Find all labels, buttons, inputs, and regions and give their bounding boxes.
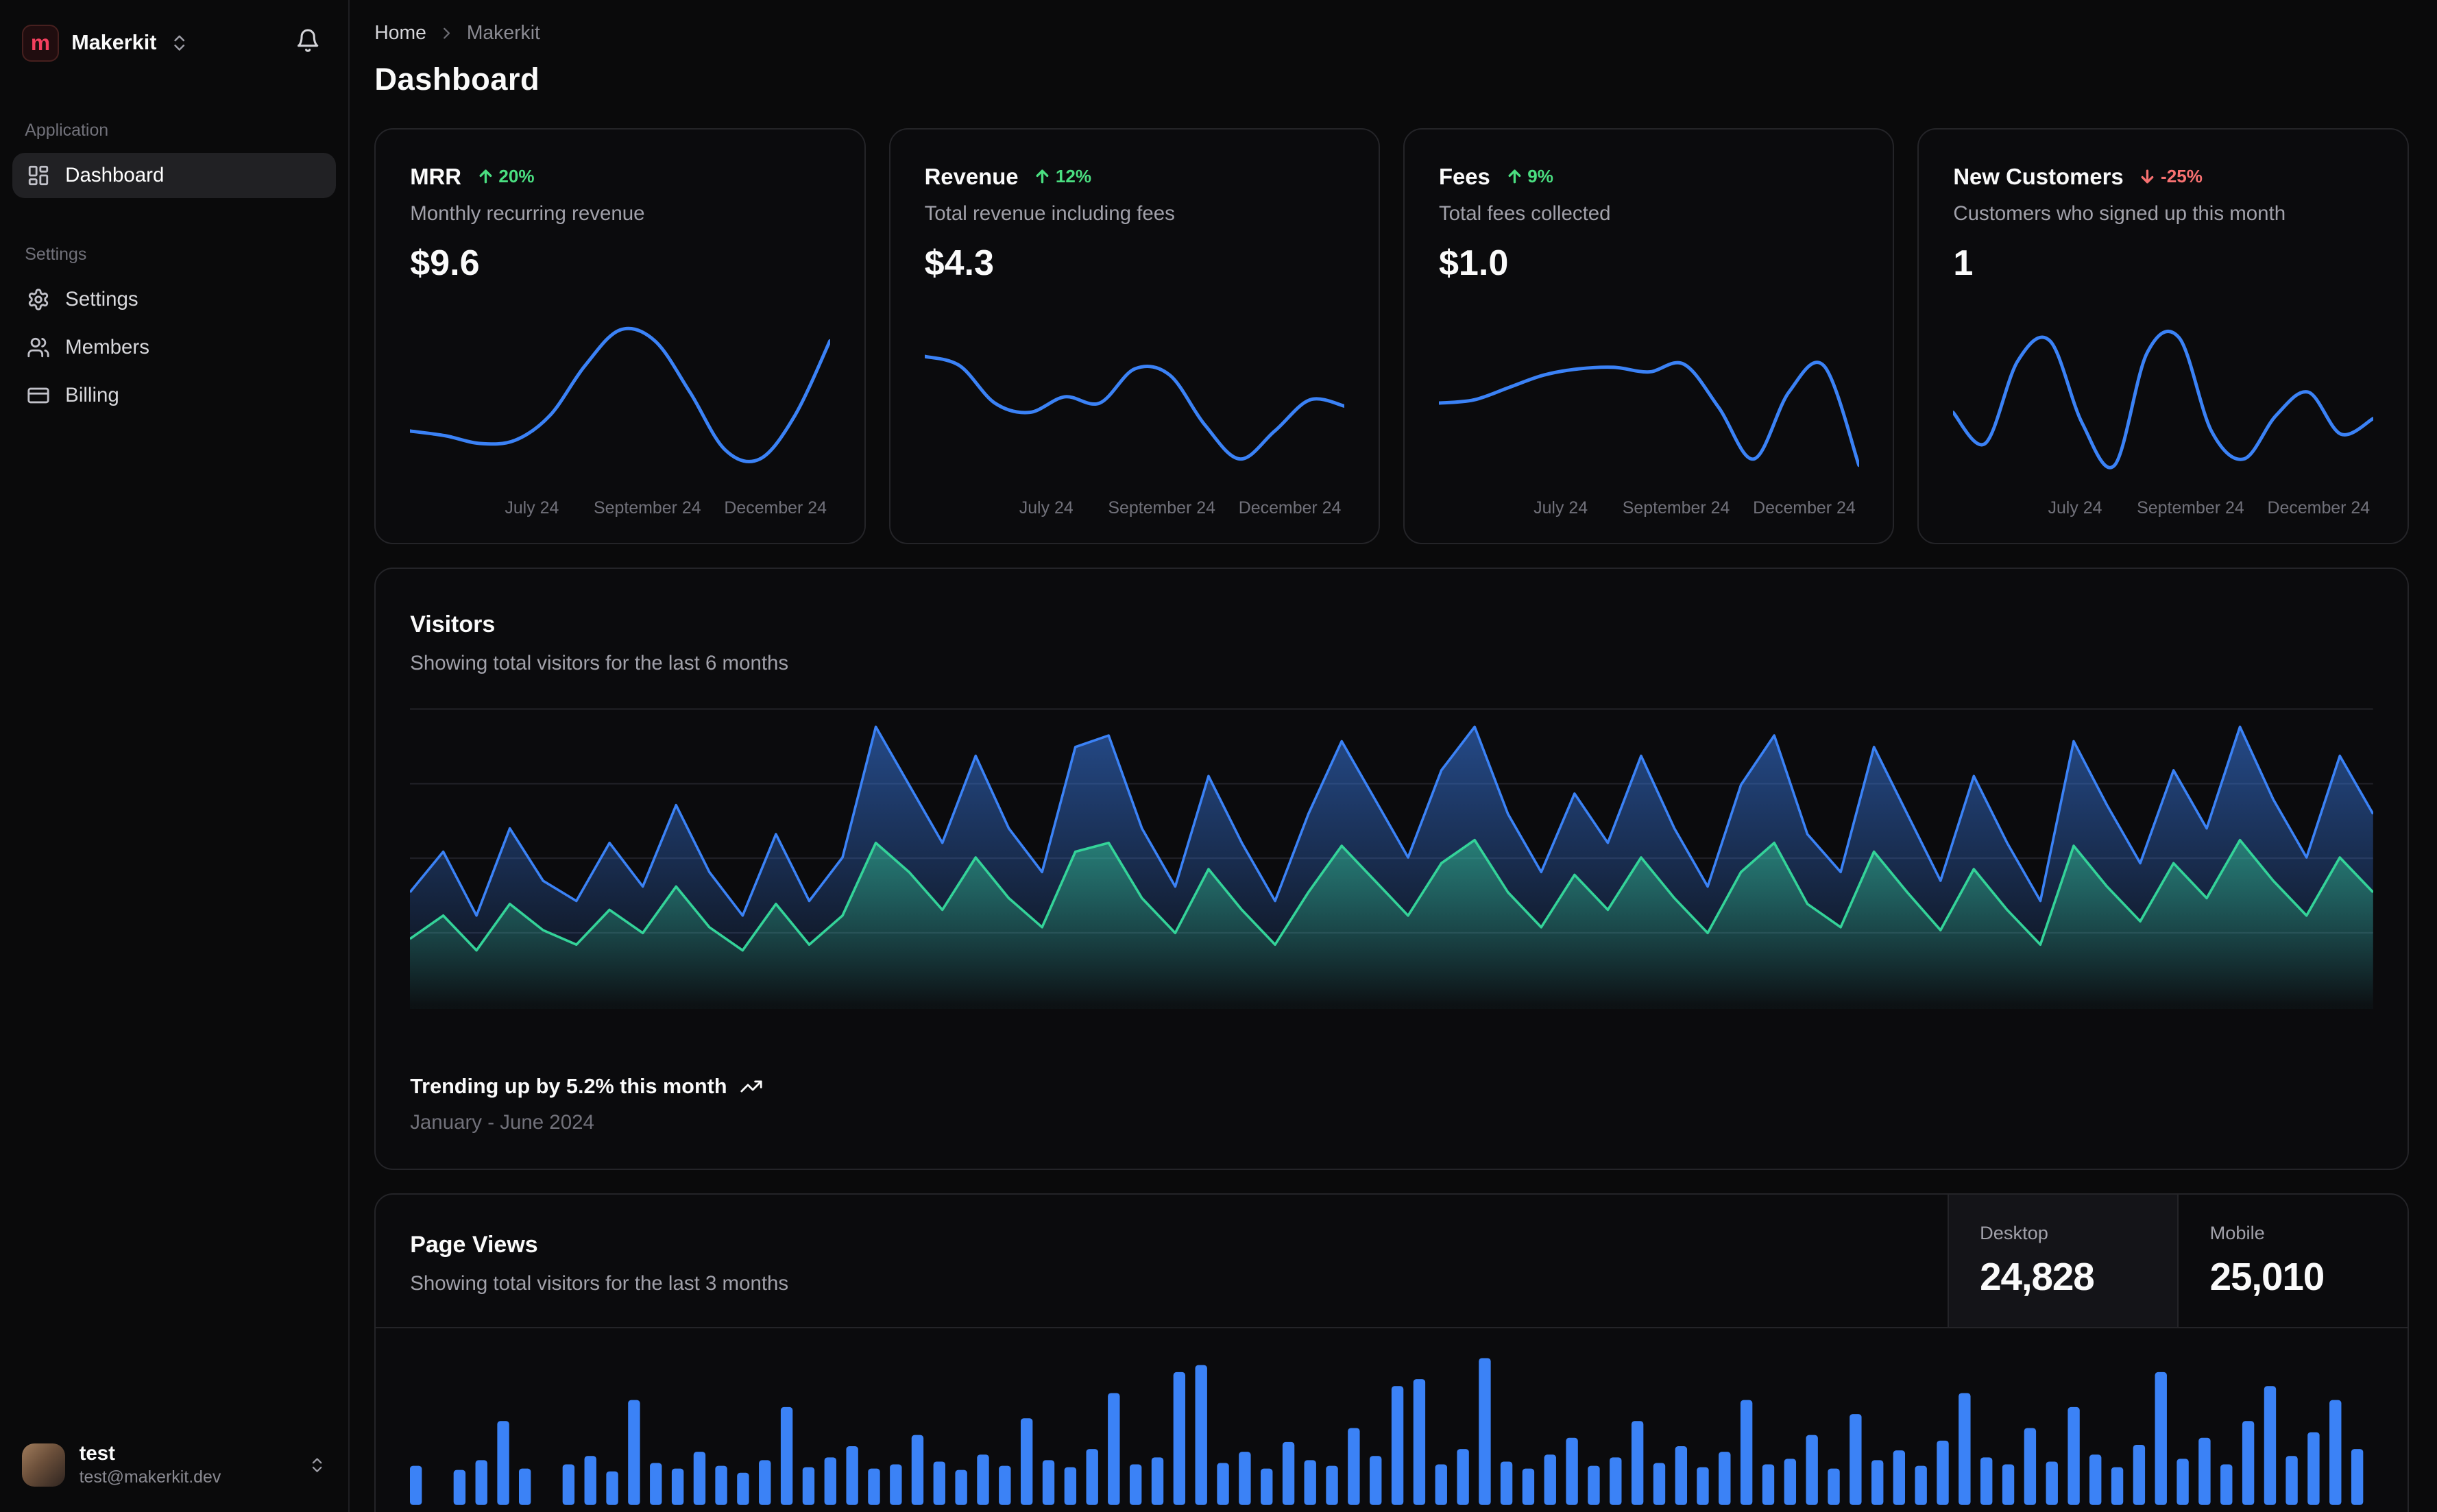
bell-icon xyxy=(295,28,320,53)
stat-title: Fees xyxy=(1439,164,1490,190)
sparkline-axis: July 24September 24December 24 xyxy=(1953,498,2373,522)
stat-value: $4.3 xyxy=(925,243,1345,284)
stat-title: Revenue xyxy=(925,164,1019,190)
sidebar-item-dashboard[interactable]: Dashboard xyxy=(12,153,336,198)
page-views-card: Page Views Showing total visitors for th… xyxy=(374,1193,2409,1512)
sidebar-item-label: Dashboard xyxy=(65,164,164,187)
credit-card-icon xyxy=(27,384,50,407)
sidebar-item-settings[interactable]: Settings xyxy=(12,277,336,322)
trending-up-icon xyxy=(740,1075,763,1098)
stat-subtitle: Total revenue including fees xyxy=(925,202,1345,225)
visitors-title: Visitors xyxy=(410,611,2373,638)
visitors-card: Visitors Showing total visitors for the … xyxy=(374,568,2409,1169)
stat-cards-row: MRR 20% Monthly recurring revenue $9.6 J… xyxy=(374,128,2409,544)
sparkline-axis: July 24September 24December 24 xyxy=(1439,498,1859,522)
trend-badge: -25% xyxy=(2139,166,2203,187)
chevrons-up-down-icon xyxy=(308,1456,326,1474)
page-views-toggles: Desktop 24,828 Mobile 25,010 xyxy=(1948,1195,2408,1327)
trend-up-icon xyxy=(1034,168,1051,185)
mrr-sparkline-chart xyxy=(410,310,830,490)
visitors-subtitle: Showing total visitors for the last 6 mo… xyxy=(410,652,2373,675)
trend-up-icon xyxy=(1506,168,1523,185)
breadcrumb-current: Makerkit xyxy=(467,22,540,45)
stat-value: 1 xyxy=(1953,243,2373,284)
sidebar: m Makerkit Application Dashboard Setting… xyxy=(0,0,350,1512)
workspace-name: Makerkit xyxy=(71,31,156,55)
chevrons-up-down-icon xyxy=(169,33,189,53)
mobile-stat-toggle[interactable]: Mobile 25,010 xyxy=(2177,1195,2408,1327)
sidebar-item-billing[interactable]: Billing xyxy=(12,373,336,418)
chevron-right-icon xyxy=(437,24,456,42)
stat-value: $1.0 xyxy=(1439,243,1859,284)
stat-value: $9.6 xyxy=(410,243,830,284)
page-views-title: Page Views xyxy=(410,1232,1913,1258)
dashboard-icon xyxy=(27,164,50,187)
stat-card-fees: Fees 9% Total fees collected $1.0 July 2… xyxy=(1403,128,1894,544)
sparkline-axis: July 24September 24December 24 xyxy=(925,498,1345,522)
stat-card-mrr: MRR 20% Monthly recurring revenue $9.6 J… xyxy=(374,128,865,544)
section-label-settings: Settings xyxy=(12,245,336,265)
stat-title: MRR xyxy=(410,164,461,190)
new-customers-sparkline-chart xyxy=(1953,310,2373,490)
makerkit-logo: m xyxy=(22,25,59,62)
page-views-subtitle: Showing total visitors for the last 3 mo… xyxy=(410,1272,1913,1295)
stat-card-revenue: Revenue 12% Total revenue including fees… xyxy=(889,128,1380,544)
stat-card-new-customers: New Customers -25% Customers who signed … xyxy=(1917,128,2408,544)
breadcrumb-home[interactable]: Home xyxy=(374,22,426,45)
trend-badge: 9% xyxy=(1506,166,1553,187)
visitors-area-chart xyxy=(410,706,2373,1009)
trend-down-icon xyxy=(2139,168,2156,185)
main-content: Home Makerkit Dashboard MRR 20% Monthly … xyxy=(350,0,2437,1512)
notifications-button[interactable] xyxy=(289,22,326,64)
stat-subtitle: Monthly recurring revenue xyxy=(410,202,830,225)
desktop-value: 24,828 xyxy=(1980,1255,2146,1300)
avatar xyxy=(22,1443,65,1487)
sidebar-item-label: Members xyxy=(65,336,149,359)
visitors-trend: Trending up by 5.2% this month xyxy=(410,1075,2373,1099)
sidebar-item-label: Billing xyxy=(65,384,119,407)
breadcrumb: Home Makerkit xyxy=(374,22,2409,45)
stat-subtitle: Total fees collected xyxy=(1439,202,1859,225)
trend-badge: 12% xyxy=(1034,166,1091,187)
desktop-stat-toggle[interactable]: Desktop 24,828 xyxy=(1948,1195,2178,1327)
user-menu[interactable]: test test@makerkit.dev xyxy=(12,1437,336,1493)
mobile-label: Mobile xyxy=(2210,1222,2377,1244)
trend-up-icon xyxy=(477,168,494,185)
sidebar-item-members[interactable]: Members xyxy=(12,325,336,370)
section-label-application: Application xyxy=(12,121,336,141)
page-views-bar-chart xyxy=(410,1350,2373,1511)
page-title: Dashboard xyxy=(374,62,2409,97)
fees-sparkline-chart xyxy=(1439,310,1859,490)
sparkline-axis: July 24September 24December 24 xyxy=(410,498,830,522)
revenue-sparkline-chart xyxy=(925,310,1345,490)
users-icon xyxy=(27,336,50,359)
gear-icon xyxy=(27,288,50,311)
sidebar-item-label: Settings xyxy=(65,288,138,311)
user-name: test xyxy=(80,1443,221,1465)
stat-title: New Customers xyxy=(1953,164,2123,190)
visitors-period: January - June 2024 xyxy=(410,1111,2373,1134)
user-email: test@makerkit.dev xyxy=(80,1468,221,1487)
workspace-selector[interactable]: m Makerkit xyxy=(22,25,189,62)
stat-subtitle: Customers who signed up this month xyxy=(1953,202,2373,225)
trend-badge: 20% xyxy=(477,166,535,187)
mobile-value: 25,010 xyxy=(2210,1255,2377,1300)
app-window: m Makerkit Application Dashboard Setting… xyxy=(0,0,2437,1512)
desktop-label: Desktop xyxy=(1980,1222,2146,1244)
